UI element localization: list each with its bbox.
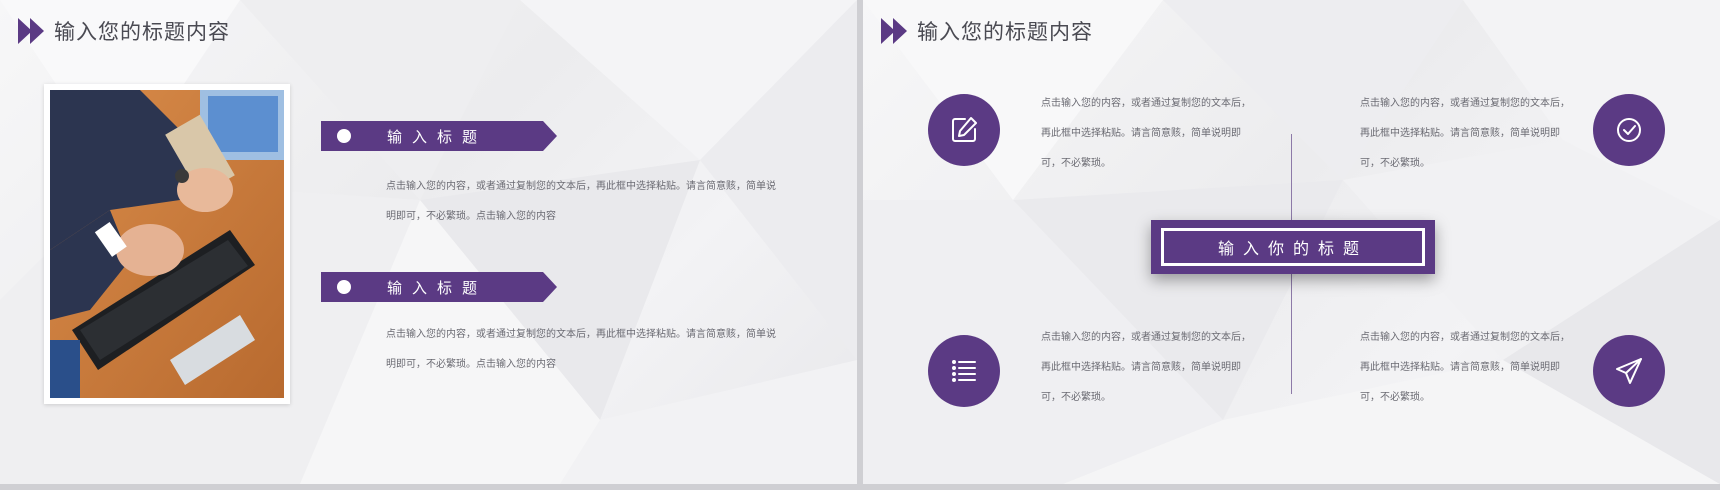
item-line: 点击输入您的内容，或者通过复制您的文本后，: [1360, 332, 1570, 343]
item-line: 再此框中选择粘贴。请言简意赅，简单说明即: [1360, 128, 1560, 139]
item-line: 可，不必繁琐。: [1360, 158, 1430, 169]
list-icon-circle: [928, 335, 1000, 407]
photo-frame: [44, 84, 290, 404]
slide-left: 输入您的标题内容 输入标题 点击输入您的内容，或者通过复制您的文本后，再此框中选…: [0, 0, 857, 484]
slide-title-row: 输入您的标题内容: [881, 14, 1093, 48]
section-body-1: 点击输入您的内容，或者通过复制您的文本后，再此框中选择粘贴。请言简意赅，简单说 …: [386, 172, 776, 232]
center-title: 输入你的标题: [1217, 239, 1368, 258]
item-line: 可，不必繁琐。: [1041, 158, 1111, 169]
double-chevron-right-icon: [881, 18, 907, 44]
item-line: 点击输入您的内容，或者通过复制您的文本后，: [1360, 98, 1570, 109]
slide-right: 输入您的标题内容 点击输入您的内容，或者通过复制您的文本后， 再此框中选择粘贴。…: [863, 0, 1720, 484]
center-title-box: 输入你的标题: [1151, 220, 1435, 274]
center-title-frame: 输入你的标题: [1161, 228, 1425, 266]
item-line: 可，不必繁琐。: [1041, 392, 1111, 403]
edit-icon: [952, 117, 977, 142]
edit-icon-circle: [928, 94, 1000, 166]
item-text-top-left: 点击输入您的内容，或者通过复制您的文本后， 再此框中选择粘贴。请言简意赅，简单说…: [1041, 89, 1256, 179]
item-text-top-right: 点击输入您的内容，或者通过复制您的文本后， 再此框中选择粘贴。请言简意赅，简单说…: [1360, 89, 1575, 179]
body-line: 明即可，不必繁琐。点击输入您的内容: [386, 359, 556, 370]
item-line: 再此框中选择粘贴。请言简意赅，简单说明即: [1041, 128, 1241, 139]
slide-title-row: 输入您的标题内容: [18, 14, 230, 48]
banner-dot: [337, 280, 351, 294]
slide-title: 输入您的标题内容: [917, 20, 1093, 44]
section-heading: 输入标题: [387, 279, 488, 297]
item-line: 再此框中选择粘贴。请言简意赅，简单说明即: [1360, 362, 1560, 373]
section-banner-1: 输入标题: [321, 121, 557, 151]
item-text-bottom-right: 点击输入您的内容，或者通过复制您的文本后， 再此框中选择粘贴。请言简意赅，简单说…: [1360, 323, 1575, 413]
item-line: 可，不必繁琐。: [1360, 392, 1430, 403]
list-icon: [952, 360, 976, 382]
check-circle-icon-circle: [1593, 94, 1665, 166]
section-banner-2: 输入标题: [321, 272, 557, 302]
body-line: 点击输入您的内容，或者通过复制您的文本后，再此框中选择粘贴。请言简意赅，简单说: [386, 181, 776, 192]
item-line: 再此框中选择粘贴。请言简意赅，简单说明即: [1041, 362, 1241, 373]
item-text-bottom-left: 点击输入您的内容，或者通过复制您的文本后， 再此框中选择粘贴。请言简意赅，简单说…: [1041, 323, 1256, 413]
banner-dot: [337, 129, 351, 143]
slide-title: 输入您的标题内容: [54, 20, 230, 44]
body-line: 点击输入您的内容，或者通过复制您的文本后，再此框中选择粘贴。请言简意赅，简单说: [386, 329, 776, 340]
section-body-2: 点击输入您的内容，或者通过复制您的文本后，再此框中选择粘贴。请言简意赅，简单说 …: [386, 320, 776, 380]
section-heading: 输入标题: [387, 128, 488, 146]
double-chevron-right-icon: [18, 18, 44, 44]
paper-plane-icon-circle: [1593, 335, 1665, 407]
check-circle-icon: [1617, 118, 1641, 142]
paper-plane-icon: [1616, 358, 1642, 384]
item-line: 点击输入您的内容，或者通过复制您的文本后，: [1041, 332, 1251, 343]
body-line: 明即可，不必繁琐。点击输入您的内容: [386, 211, 556, 222]
item-line: 点击输入您的内容，或者通过复制您的文本后，: [1041, 98, 1251, 109]
hands-typing-keyboard-photo: [50, 90, 284, 398]
